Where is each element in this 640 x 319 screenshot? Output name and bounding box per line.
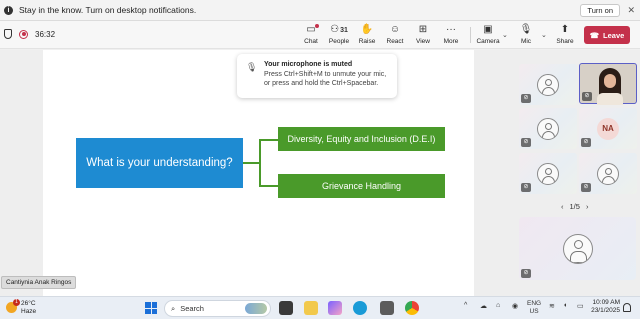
shield-icon[interactable] [4,29,12,39]
camera-off-icon: ▣ [483,24,493,35]
mic-off-icon: ⊘ [521,94,531,103]
volume-icon[interactable]: ◖ [563,302,567,309]
more-icon: ··· [446,24,456,35]
taskbar-search[interactable]: ⌕ Search [164,300,271,317]
react-button[interactable]: ☺ React [381,23,409,47]
clock-date: 23/1/2025 [591,307,620,314]
mic-off-icon: 🎙 [246,62,258,72]
participant-tile-large[interactable]: ⊘ [519,217,636,280]
notification-bell-icon[interactable] [623,303,631,312]
connector-line [259,139,278,141]
store-icon[interactable] [380,301,394,315]
mic-off-icon: ⊘ [581,138,591,147]
view-button[interactable]: ⊞ View [409,23,437,47]
network-icon[interactable]: ⌂ [496,302,500,309]
file-explorer-icon[interactable] [304,301,318,315]
connector-line [259,185,278,187]
video-feed [597,68,623,105]
slide-branch-node: Grievance Handling [278,174,445,198]
avatar [537,162,559,185]
mic-muted-popup: 🎙 Your microphone is muted Press Ctrl+Sh… [237,54,397,98]
windows-taskbar: 1 26°C Haze ⌕ Search ^ ☁ ⌂ ◉ ENG US ≋ ◖ … [0,296,640,319]
mic-off-icon: ⊘ [581,183,591,192]
presenter-name-tag: Cantiynia Anak Ringos [1,276,77,289]
windows-start-icon[interactable] [145,302,157,314]
turn-on-notifications-button[interactable]: Turn on [580,4,620,17]
avatar [537,117,559,140]
mic-off-icon: ⊘ [521,183,531,192]
avatar [562,233,593,264]
phone-icon: ☎ [589,30,600,40]
close-icon[interactable]: ✕ [627,4,635,16]
mic-off-icon: ⊘ [521,138,531,147]
wifi-icon[interactable]: ≋ [549,302,555,310]
location-icon[interactable]: ◉ [512,302,518,310]
participant-tile[interactable]: ⊘ [579,153,637,194]
share-icon: ⬆ [560,24,570,35]
chat-icon: ▭ [297,23,325,37]
avatar-initials: NA [597,117,619,140]
weather-condition: Haze [21,307,37,315]
language-indicator[interactable]: ENG US [527,300,541,315]
popup-title: Your microphone is muted [264,61,353,68]
people-button[interactable]: ⚇31 People [325,23,353,47]
mic-button[interactable]: 🎙 Mic [512,23,540,47]
temperature: 26°C [21,300,36,307]
slide-branch-node: Diversity, Equity and Inclusion (D.E.I) [278,127,445,151]
grid-icon: ⊞ [418,24,428,35]
edge-icon[interactable] [353,301,367,315]
participant-pager: ‹ 1/5 › [561,202,588,211]
participant-tile[interactable]: ⊘ [519,108,577,149]
mic-off-icon: 🎙 [519,24,533,35]
weather-widget[interactable]: 1 26°C Haze [6,299,37,315]
avatar [597,162,619,185]
slide-center-node: What is your understanding? [76,138,243,188]
chat-button[interactable]: ▭ Chat [297,23,325,47]
search-highlight-icon [245,303,267,314]
camera-button[interactable]: ▣ Camera [474,23,502,47]
chevron-right-icon[interactable]: › [586,202,589,211]
smile-icon: ☺ [389,24,401,35]
system-clock[interactable]: 10:09 AM 23/1/2025 [590,299,620,315]
mic-options-chevron-icon[interactable]: ⌄ [541,31,547,39]
share-button[interactable]: ⬆ Share [551,23,579,47]
battery-icon[interactable]: ▭ [577,302,584,310]
meeting-timer: 36:32 [35,29,56,39]
mic-off-icon: ⊘ [582,92,592,101]
onedrive-icon[interactable]: ☁ [480,302,487,310]
more-button[interactable]: ··· More [437,23,465,47]
chevron-up-icon[interactable]: ^ [464,302,467,309]
chrome-icon[interactable] [405,301,419,315]
meeting-toolbar: 36:32 ▭ Chat ⚇31 People ✋ Raise ☺ React … [0,21,640,49]
camera-options-chevron-icon[interactable]: ⌄ [502,31,508,39]
notification-message: Stay in the know. Turn on desktop notifi… [19,5,197,15]
meeting-stage: What is your understanding? Diversity, E… [0,50,640,296]
connector-line [259,139,261,187]
participant-tile[interactable]: NA ⊘ [579,108,637,149]
raise-hand-button[interactable]: ✋ Raise [353,23,381,47]
self-video-tile[interactable]: ⊘ [579,63,637,105]
search-icon: ⌕ [171,303,176,313]
page-indicator: 1/5 [569,202,580,211]
popup-body: Press Ctrl+Shift+M to unmute your mic, o… [264,70,387,88]
mic-off-icon: ⊘ [521,269,531,278]
hand-icon: ✋ [360,24,374,35]
weather-icon: 1 [6,299,20,313]
participant-tile[interactable]: ⊘ [519,64,577,105]
clock-time: 10:09 AM [592,299,620,306]
connector-line [243,162,259,164]
recording-icon [19,29,28,39]
leave-button[interactable]: ☎ Leave [584,26,630,44]
copilot-icon[interactable] [328,301,342,315]
people-icon: ⚇31 [330,24,348,35]
task-view-icon[interactable] [279,301,293,315]
avatar [537,73,559,96]
participant-tile[interactable]: ⊘ [519,153,577,194]
info-icon: i [4,5,13,15]
chevron-left-icon[interactable]: ‹ [561,202,564,211]
toolbar-divider [470,27,471,43]
notification-bar: i Stay in the know. Turn on desktop noti… [0,0,640,21]
